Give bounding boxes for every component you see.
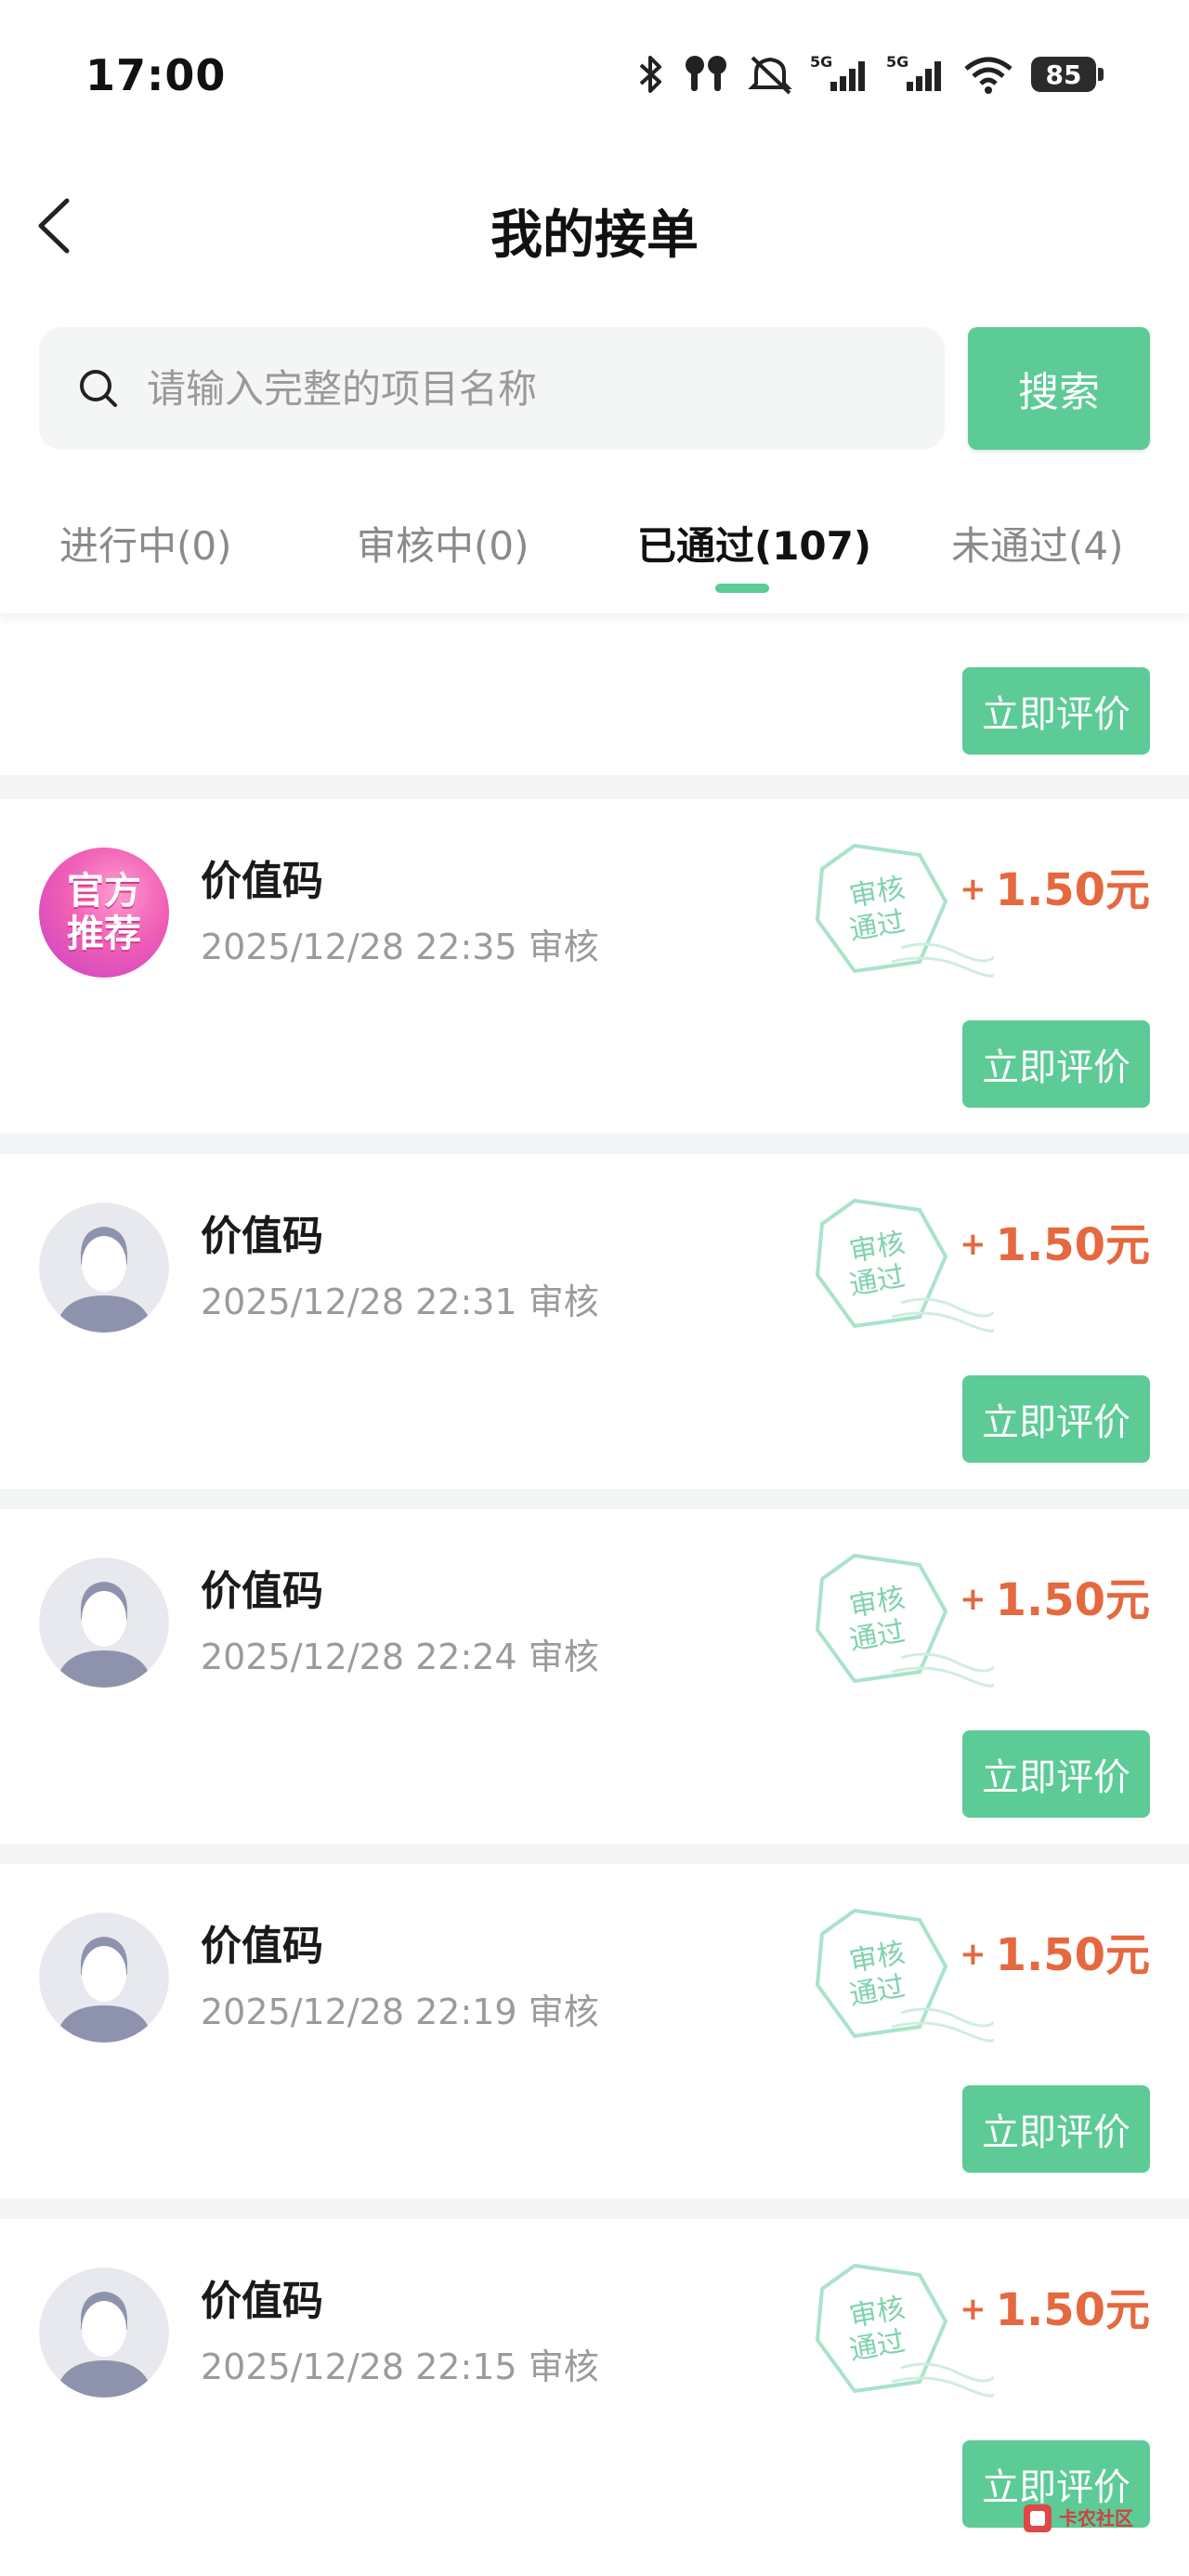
tab-underline	[715, 584, 769, 593]
search-icon	[80, 370, 117, 407]
page-title: 我的接单	[490, 205, 699, 266]
earbuds-icon	[686, 56, 726, 91]
item-time: 2025/12/28 22:19 审核	[201, 1991, 599, 2032]
status-icons: 5G 5G 85	[637, 54, 1104, 95]
avatar-label: 推荐	[67, 913, 141, 955]
item-time: 2025/12/28 22:15 审核	[201, 2346, 599, 2387]
nav-bar: 我的接单	[0, 167, 1189, 279]
tab-in-progress[interactable]: 进行中(0)	[59, 515, 232, 572]
watermark-icon	[1024, 2504, 1052, 2532]
reward-amount: +1.50元	[960, 864, 1150, 916]
watermark-logo: 卡农社区	[1022, 2491, 1161, 2546]
list-item: 价值码 2025/12/28 22:31 审核 审核 通过 +1.50元 立即评…	[0, 1154, 1189, 1489]
wifi-icon	[964, 57, 1013, 94]
reward-amount: +1.50元	[960, 1219, 1150, 1271]
tab-rejected[interactable]: 未通过(4)	[951, 515, 1124, 572]
tabs: 进行中(0) 审核中(0) 已通过(107) 未通过(4)	[0, 502, 1189, 613]
mute-icon	[748, 56, 792, 95]
avatar-icon	[39, 1203, 169, 1333]
list-item: 官方 推荐 价值码 2025/12/28 22:35 审核 审核 通过 +1.5…	[0, 799, 1189, 1134]
item-title: 价值码	[201, 1923, 323, 1970]
status-bar: 17:00 5G 5G 85	[0, 0, 1189, 158]
bluetooth-icon	[639, 56, 661, 93]
reward-value: 1.50元	[995, 1219, 1150, 1271]
signal-5g-icon: 5G	[810, 54, 865, 91]
svg-text:5G: 5G	[810, 54, 832, 71]
status-time: 17:00	[85, 50, 227, 100]
reward-value: 1.50元	[995, 2284, 1150, 2336]
rate-button[interactable]: 立即评价	[962, 1375, 1150, 1463]
search-row: 搜索	[39, 327, 1150, 450]
rate-button[interactable]: 立即评价	[962, 1730, 1150, 1818]
search-button[interactable]: 搜索	[968, 327, 1150, 450]
tab-reviewing[interactable]: 审核中(0)	[357, 515, 529, 572]
search-box[interactable]	[39, 327, 945, 450]
tab-approved[interactable]: 已通过(107)	[637, 515, 871, 572]
reward-amount: +1.50元	[960, 2284, 1150, 2336]
list-item: 价值码 2025/12/28 22:15 审核 审核 通过 +1.50元 立即评…	[0, 2219, 1189, 2576]
search-input[interactable]	[145, 364, 892, 413]
rate-button[interactable]: 立即评价	[962, 667, 1150, 755]
item-time: 2025/12/28 22:35 审核	[201, 927, 599, 967]
item-title: 价值码	[201, 1213, 323, 1260]
rate-button[interactable]: 立即评价	[962, 1020, 1150, 1108]
reward-value: 1.50元	[995, 1574, 1150, 1626]
battery-icon: 85	[1031, 57, 1104, 92]
list-item: 价值码 2025/12/28 22:24 审核 审核 通过 +1.50元 立即评…	[0, 1509, 1189, 1844]
avatar-icon	[39, 2267, 169, 2398]
avatar-icon	[39, 1912, 169, 2043]
reward-value: 1.50元	[995, 1929, 1150, 1981]
item-time: 2025/12/28 22:31 审核	[201, 1281, 599, 1322]
list-item: 立即评价	[0, 613, 1189, 775]
reward-amount: +1.50元	[960, 1929, 1150, 1981]
item-title: 价值码	[201, 1568, 323, 1615]
header: 17:00 5G 5G 85 我的接单 请输入完整的项目名称 搜索 进行中(0)…	[0, 0, 1189, 613]
signal-5g-icon: 5G	[886, 54, 941, 91]
avatar: 官方 推荐	[39, 848, 169, 978]
reward-amount: +1.50元	[960, 1574, 1150, 1626]
svg-text:5G: 5G	[886, 54, 908, 71]
avatar-icon	[39, 1557, 169, 1688]
avatar-label: 官方	[67, 870, 141, 913]
watermark-text: 卡农社区	[1059, 2507, 1133, 2530]
item-time: 2025/12/28 22:24 审核	[201, 1636, 599, 1677]
item-title: 价值码	[201, 858, 323, 905]
reward-value: 1.50元	[995, 864, 1150, 916]
rate-button[interactable]: 立即评价	[962, 2085, 1150, 2173]
item-title: 价值码	[201, 2278, 323, 2325]
list-item: 价值码 2025/12/28 22:19 审核 审核 通过 +1.50元 立即评…	[0, 1864, 1189, 2199]
